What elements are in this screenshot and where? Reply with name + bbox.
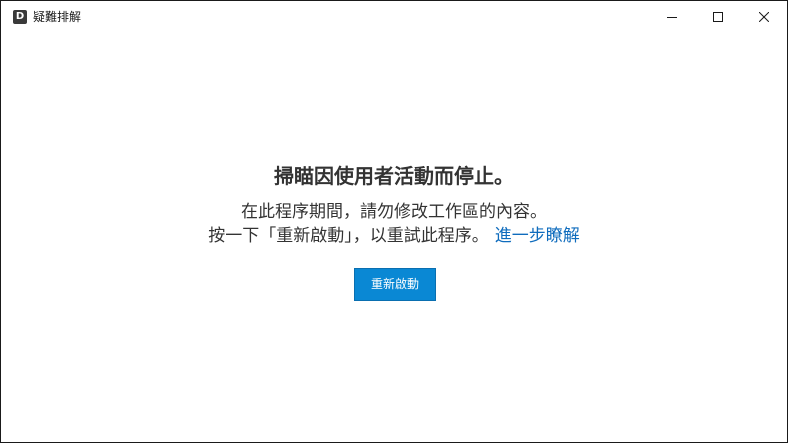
minimize-icon — [667, 12, 677, 22]
description-line-1: 在此程序期間，請勿修改工作區的內容。 — [241, 202, 547, 222]
main-content: 掃瞄因使用者活動而停止。 在此程序期間，請勿修改工作區的內容。 按一下「重新啟動… — [1, 33, 787, 442]
description-line-2-text: 按一下「重新啟動」，以重試此程序。 — [208, 226, 489, 246]
app-icon: D — [13, 10, 27, 24]
maximize-icon — [713, 12, 723, 22]
restart-button[interactable]: 重新啟動 — [354, 268, 436, 301]
description-line-2: 按一下「重新啟動」，以重試此程序。 進一步瞭解 — [1, 225, 787, 247]
minimize-button[interactable] — [649, 1, 695, 33]
close-button[interactable] — [741, 1, 787, 33]
status-heading: 掃瞄因使用者活動而停止。 — [274, 164, 514, 188]
troubleshoot-window: D 疑難排解 掃瞄因使用者活動而停止。 在此程序期間，請勿修改工作區的內容。 按… — [0, 0, 788, 443]
close-icon — [759, 12, 769, 22]
learn-more-link[interactable]: 進一步瞭解 — [495, 226, 580, 246]
window-title: 疑難排解 — [33, 10, 82, 24]
title-bar[interactable]: D 疑難排解 — [1, 1, 787, 33]
maximize-button[interactable] — [695, 1, 741, 33]
